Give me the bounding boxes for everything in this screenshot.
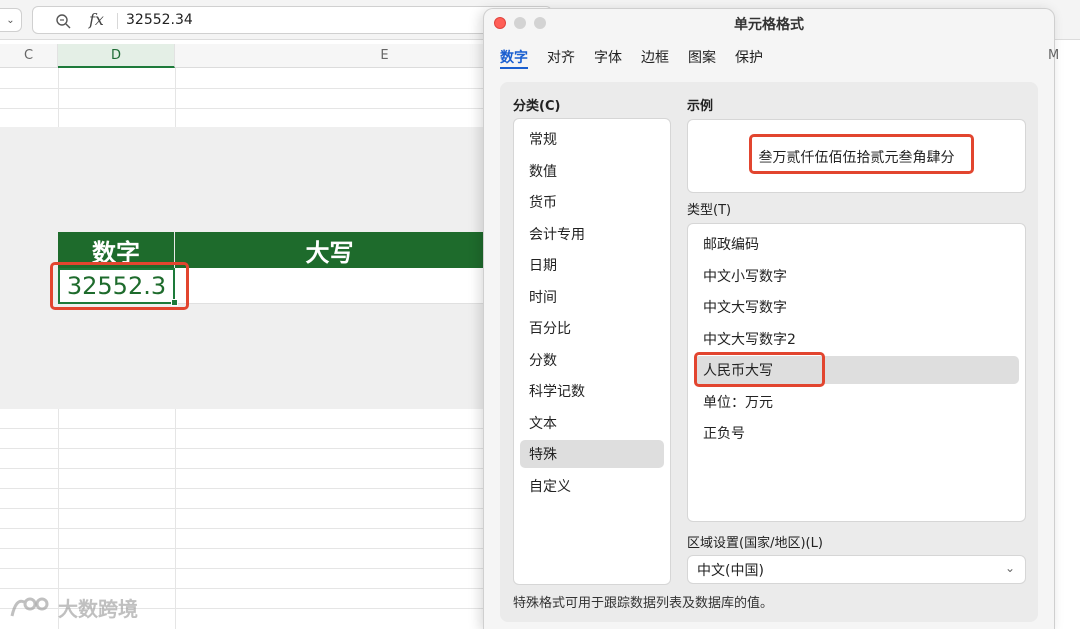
dialog-title: 单元格格式: [734, 17, 804, 33]
highlight-box-type: [694, 352, 825, 387]
locale-label: 区域设置(国家/地区)(L): [687, 536, 823, 551]
highlight-box-cell: [50, 262, 189, 310]
type-item[interactable]: 中文大写数字2: [694, 325, 1019, 353]
format-cells-dialog: 单元格格式 数字 对齐 字体 边框 图案 保护 分类(C) 常规 数值 货币 会…: [483, 8, 1055, 629]
watermark-text: 大数跨境: [58, 596, 138, 621]
type-item[interactable]: 正负号: [694, 419, 1019, 447]
tab-pattern[interactable]: 图案: [688, 47, 716, 69]
category-item[interactable]: 时间: [520, 283, 664, 311]
grid-line: [0, 108, 484, 109]
tab-protection[interactable]: 保护: [735, 47, 763, 69]
grid-line: [0, 528, 484, 529]
grid-line: [0, 428, 484, 429]
chevron-down-icon: ⌄: [1004, 561, 1015, 575]
grid-line: [0, 88, 484, 89]
formula-value[interactable]: 32552.34: [126, 12, 193, 28]
fx-icon[interactable]: fx: [89, 10, 104, 29]
highlight-box-sample: [749, 134, 974, 174]
grid-line: [0, 468, 484, 469]
zoom-icon[interactable]: [55, 13, 71, 29]
category-item[interactable]: 日期: [520, 251, 664, 279]
category-label: 分类(C): [513, 99, 561, 114]
column-header-c[interactable]: C: [0, 44, 58, 68]
category-item[interactable]: 自定义: [520, 472, 664, 500]
type-item[interactable]: 单位：万元: [694, 388, 1019, 416]
category-item[interactable]: 会计专用: [520, 220, 664, 248]
grid-line: [0, 448, 484, 449]
tab-number[interactable]: 数字: [500, 47, 528, 69]
grid-line: [0, 588, 484, 589]
category-item[interactable]: 文本: [520, 409, 664, 437]
locale-select[interactable]: 中文(中国) ⌄: [687, 555, 1026, 584]
dialog-tabs: 数字 对齐 字体 边框 图案 保护: [500, 47, 782, 69]
category-item[interactable]: 数值: [520, 157, 664, 185]
grid-line: [0, 548, 484, 549]
category-item[interactable]: 科学记数: [520, 377, 664, 405]
category-item[interactable]: 常规: [520, 125, 664, 153]
category-item[interactable]: 货币: [520, 188, 664, 216]
cell-e-value[interactable]: [175, 268, 484, 304]
header-cell-uppercase[interactable]: 大写: [175, 232, 484, 268]
namebox-dropdown-icon[interactable]: ⌄: [0, 8, 22, 32]
column-header-d[interactable]: D: [58, 44, 175, 68]
type-item[interactable]: 邮政编码: [694, 230, 1019, 258]
tab-border[interactable]: 边框: [641, 47, 669, 69]
category-item[interactable]: 百分比: [520, 314, 664, 342]
formula-input[interactable]: fx 32552.34: [32, 6, 552, 34]
formula-divider: [117, 13, 118, 29]
type-item[interactable]: 中文小写数字: [694, 262, 1019, 290]
sample-label: 示例: [687, 99, 714, 114]
tab-alignment[interactable]: 对齐: [547, 47, 575, 69]
type-label: 类型(T): [687, 203, 732, 218]
grid-line: [0, 568, 484, 569]
locale-select-value: 中文(中国): [697, 562, 764, 579]
app-window: ⌄ fx 32552.34 C D E 数字 大写 32552.3 大数跨境 单…: [0, 0, 1080, 629]
format-hint: 特殊格式可用于跟踪数据列表及数据库的值。: [513, 596, 774, 611]
grid-line: [0, 508, 484, 509]
grid-line: [0, 488, 484, 489]
dialog-titlebar: 单元格格式: [484, 9, 1054, 37]
type-item[interactable]: 中文大写数字: [694, 293, 1019, 321]
category-list[interactable]: 常规 数值 货币 会计专用 日期 时间 百分比 分数 科学记数 文本 特殊 自定…: [513, 118, 671, 585]
watermark: 大数跨境: [8, 592, 138, 622]
watermark-logo-icon: [10, 597, 49, 617]
tab-font[interactable]: 字体: [594, 47, 622, 69]
category-item[interactable]: 分数: [520, 346, 664, 374]
category-item-selected[interactable]: 特殊: [520, 440, 664, 468]
column-header-m[interactable]: M: [1048, 48, 1059, 63]
